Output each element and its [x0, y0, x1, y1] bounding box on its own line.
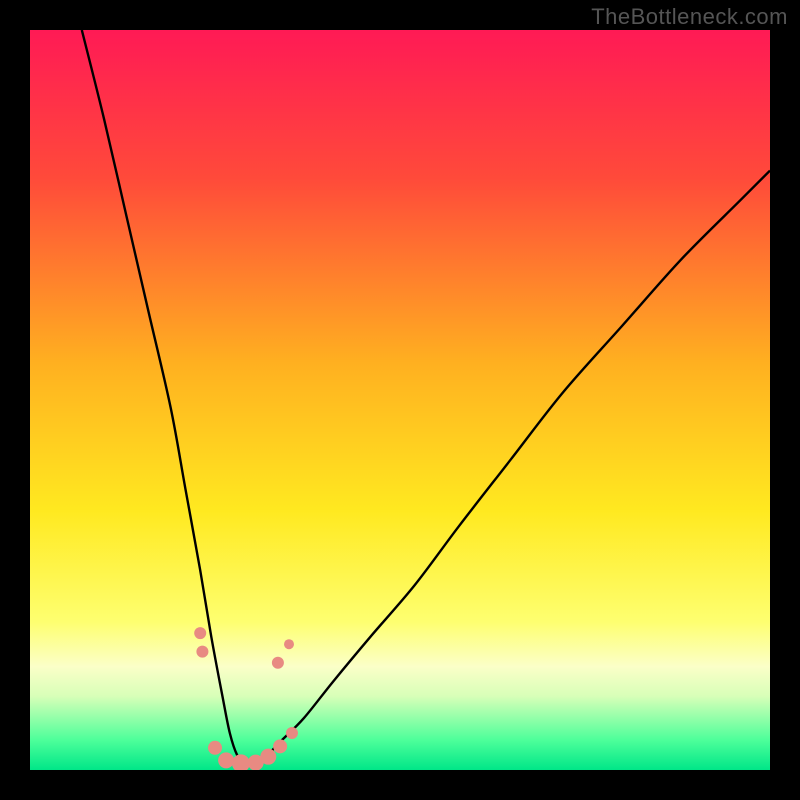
gradient-background	[30, 30, 770, 770]
marker-dot	[272, 657, 284, 669]
marker-dot	[196, 646, 208, 658]
marker-dot	[218, 752, 234, 768]
chart-frame: TheBottleneck.com	[0, 0, 800, 800]
plot-area	[30, 30, 770, 770]
marker-dot	[208, 741, 222, 755]
marker-dot	[260, 749, 276, 765]
marker-dot	[194, 627, 206, 639]
marker-dot	[284, 639, 294, 649]
marker-dot	[273, 739, 287, 753]
marker-dot	[286, 727, 298, 739]
bottleneck-chart	[30, 30, 770, 770]
watermark-text: TheBottleneck.com	[591, 4, 788, 30]
